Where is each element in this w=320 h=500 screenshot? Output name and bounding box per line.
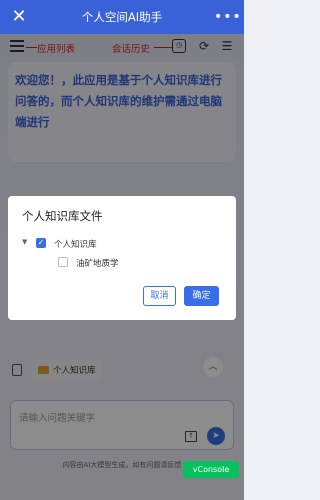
- cancel-button[interactable]: 取消: [143, 286, 176, 306]
- confirm-button[interactable]: 确定: [184, 286, 219, 306]
- caret-down-icon[interactable]: ▼: [22, 238, 27, 246]
- app-title: 个人空间AI助手: [81, 10, 163, 24]
- tree-checkbox-checked[interactable]: ✓: [36, 238, 46, 248]
- tree-item-label: 个人知识库: [54, 240, 97, 250]
- more-icon[interactable]: •••: [214, 7, 241, 27]
- dialog-title: 个人知识库文件: [22, 209, 103, 223]
- close-icon[interactable]: ✕: [8, 6, 30, 28]
- vconsole-button[interactable]: vConsole: [183, 461, 239, 478]
- tree-item-label: 油矿地质学: [76, 259, 119, 269]
- tree-checkbox[interactable]: [58, 257, 68, 267]
- app-header: ✕ 个人空间AI助手 •••: [0, 0, 244, 34]
